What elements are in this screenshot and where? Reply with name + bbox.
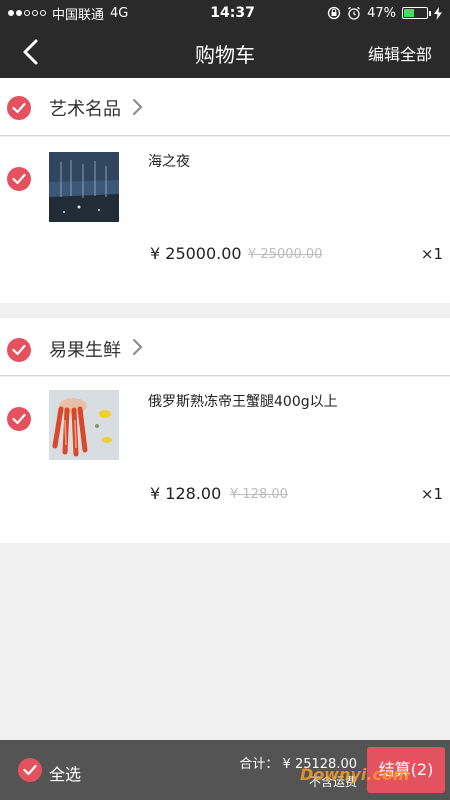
status-time: 14:37 — [210, 5, 255, 21]
shipping-note: 不含运费 — [308, 775, 357, 789]
chevron-right-icon[interactable] — [132, 338, 144, 356]
ocean-night-painting-image — [49, 152, 119, 222]
product-title[interactable]: 海之夜 — [148, 151, 190, 171]
navigation-bar: 购物车 编辑全部 — [0, 26, 450, 78]
product-thumbnail[interactable] — [49, 152, 119, 222]
store-checkbox[interactable] — [7, 338, 31, 362]
king-crab-legs-image — [49, 390, 119, 460]
charging-icon — [434, 6, 442, 20]
checkout-bar: 全选 合计： ¥ 25128.00 不含运费 结算(2) — [0, 740, 450, 800]
product-price: ¥ 25000.00 — [150, 244, 242, 263]
store-header: 艺术名品 — [0, 78, 450, 136]
status-bar: 中国联通 4G 14:37 47% — [0, 0, 450, 26]
alarm-clock-icon — [348, 6, 361, 20]
cart-item: 海之夜 ¥ 25000.00 ¥ 25000.00 ×1 — [0, 137, 450, 303]
checkmark-icon — [12, 413, 26, 425]
checkmark-icon — [12, 344, 26, 356]
checkout-button[interactable]: 结算(2) — [367, 747, 445, 793]
product-quantity: ×1 — [420, 245, 443, 263]
store-checkbox[interactable] — [7, 96, 31, 120]
checkmark-icon — [12, 102, 26, 114]
cart-total: 合计： ¥ 25128.00 — [239, 757, 357, 772]
original-price: ¥ 25000.00 — [248, 247, 323, 262]
checkmark-icon — [23, 764, 37, 776]
battery-fill — [404, 9, 415, 17]
item-checkbox[interactable] — [7, 167, 31, 191]
product-price: ¥ 128.00 — [150, 484, 222, 503]
cart-item: 俄罗斯熟冻帝王蟹腿400g以上 ¥ 128.00 ¥ 128.00 ×1 — [0, 377, 450, 543]
signal-strength-icon — [8, 10, 46, 16]
original-price: ¥ 128.00 — [230, 487, 288, 502]
network-type: 4G — [110, 5, 129, 21]
store-name[interactable]: 易果生鲜 — [49, 336, 121, 362]
battery-icon — [402, 7, 431, 19]
orientation-lock-icon — [327, 6, 341, 20]
store-header: 易果生鲜 — [0, 318, 450, 376]
product-title[interactable]: 俄罗斯熟冻帝王蟹腿400g以上 — [148, 391, 338, 411]
product-thumbnail[interactable] — [49, 390, 119, 460]
item-checkbox[interactable] — [7, 407, 31, 431]
carrier-name: 中国联通 — [52, 7, 105, 23]
checkmark-icon — [12, 173, 26, 185]
store-name[interactable]: 艺术名品 — [49, 95, 121, 121]
select-all-label[interactable]: 全选 — [49, 761, 81, 785]
status-right: 47% — [327, 6, 442, 21]
select-all-checkbox[interactable] — [18, 758, 42, 782]
battery-percent: 47% — [367, 5, 396, 21]
chevron-right-icon[interactable] — [132, 98, 144, 116]
edit-all-button[interactable]: 编辑全部 — [368, 41, 432, 65]
product-quantity: ×1 — [420, 485, 443, 503]
